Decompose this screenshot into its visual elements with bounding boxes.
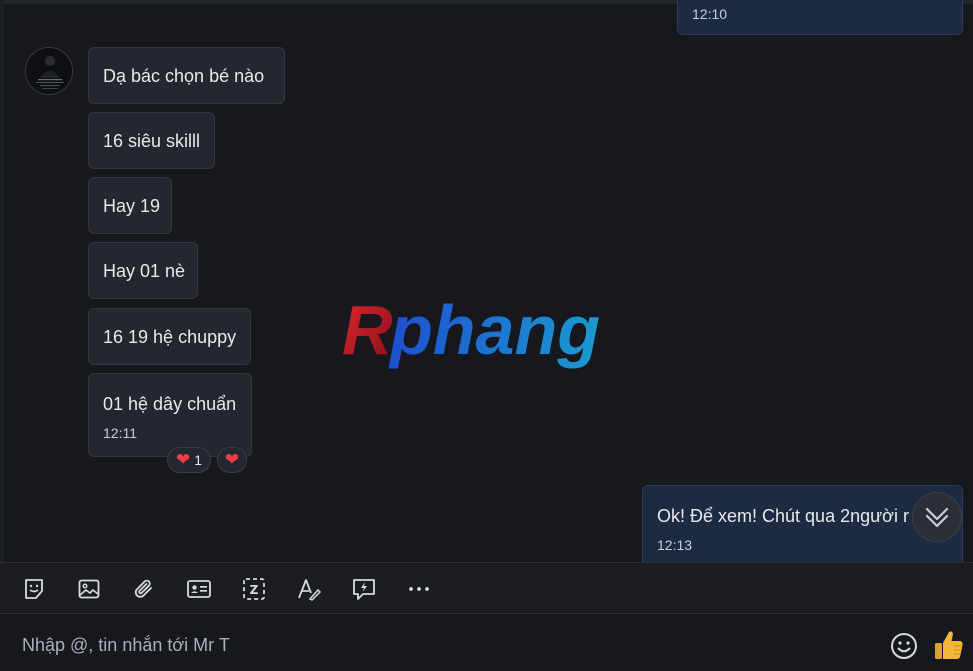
outgoing-message-previous[interactable]: 12:10 [677, 0, 963, 35]
sticker-button[interactable] [20, 575, 48, 603]
incoming-message[interactable]: Hay 19 [88, 177, 172, 234]
emoji-button[interactable] [889, 631, 919, 661]
screenshot-button[interactable]: Z [240, 575, 268, 603]
left-divider [0, 0, 4, 562]
watermark-logo: R phang [342, 291, 600, 369]
composer-toolbar: Z [0, 562, 973, 614]
message-time: 12:13 [657, 537, 693, 553]
svg-text:Z: Z [250, 583, 259, 597]
contact-card-icon [187, 580, 211, 598]
avatar[interactable] [25, 47, 73, 95]
message-text: Hay 01 nè [103, 260, 186, 281]
message-time: 12:11 [103, 425, 137, 441]
text-format-icon [298, 579, 322, 601]
scroll-to-bottom-button[interactable] [912, 492, 962, 542]
text-format-button[interactable] [295, 575, 323, 603]
like-button[interactable] [933, 628, 965, 662]
screenshot-icon: Z [243, 578, 265, 600]
image-icon [78, 579, 100, 599]
more-icon [409, 587, 429, 591]
message-text: Ok! Để xem! Chút qua 2người r [657, 506, 909, 526]
add-reaction-button[interactable]: ❤ [217, 447, 247, 473]
contact-card-button[interactable] [185, 575, 213, 603]
svg-text:R: R [342, 291, 393, 369]
more-options-button[interactable] [405, 575, 433, 603]
heart-icon: ❤ [175, 449, 191, 470]
attachment-icon [134, 579, 152, 598]
reaction-count: 1 [194, 452, 203, 468]
message-time: 12:10 [692, 6, 728, 22]
double-chevron-down-icon [925, 507, 949, 528]
incoming-message[interactable]: Dạ bác chọn bé nào [88, 47, 285, 104]
incoming-message[interactable]: Hay 01 nè [88, 242, 198, 299]
emoji-icon [891, 633, 917, 659]
message-text: 16 siêu skilll [103, 130, 201, 151]
sticker-icon [25, 579, 43, 599]
chat-window: 12:10 Dạ bác chọn bé nào 16 siêu skilll … [0, 0, 973, 671]
message-text: Dạ bác chọn bé nào [103, 65, 265, 86]
reaction-summary[interactable]: ❤ 1 [167, 447, 211, 473]
message-text: 01 hệ dây chuẩn [103, 394, 237, 414]
attachment-button[interactable] [130, 575, 158, 603]
message-text: Hay 19 [103, 195, 161, 216]
message-input[interactable] [14, 628, 874, 662]
avatar-image [26, 48, 72, 94]
heart-icon: ❤ [224, 449, 240, 470]
thumbs-up-icon [935, 631, 963, 659]
message-list[interactable]: 12:10 Dạ bác chọn bé nào 16 siêu skilll … [0, 0, 973, 562]
incoming-message[interactable]: 01 hệ dây chuẩn 12:11 [88, 373, 252, 457]
incoming-message[interactable]: 16 siêu skilll [88, 112, 215, 169]
quick-message-icon [353, 579, 375, 600]
message-text: 16 19 hệ chuppy [103, 326, 237, 347]
svg-text:phang: phang [388, 291, 600, 369]
incoming-message[interactable]: 16 19 hệ chuppy [88, 308, 251, 365]
composer [0, 614, 973, 671]
quick-message-button[interactable] [350, 575, 378, 603]
image-button[interactable] [75, 575, 103, 603]
